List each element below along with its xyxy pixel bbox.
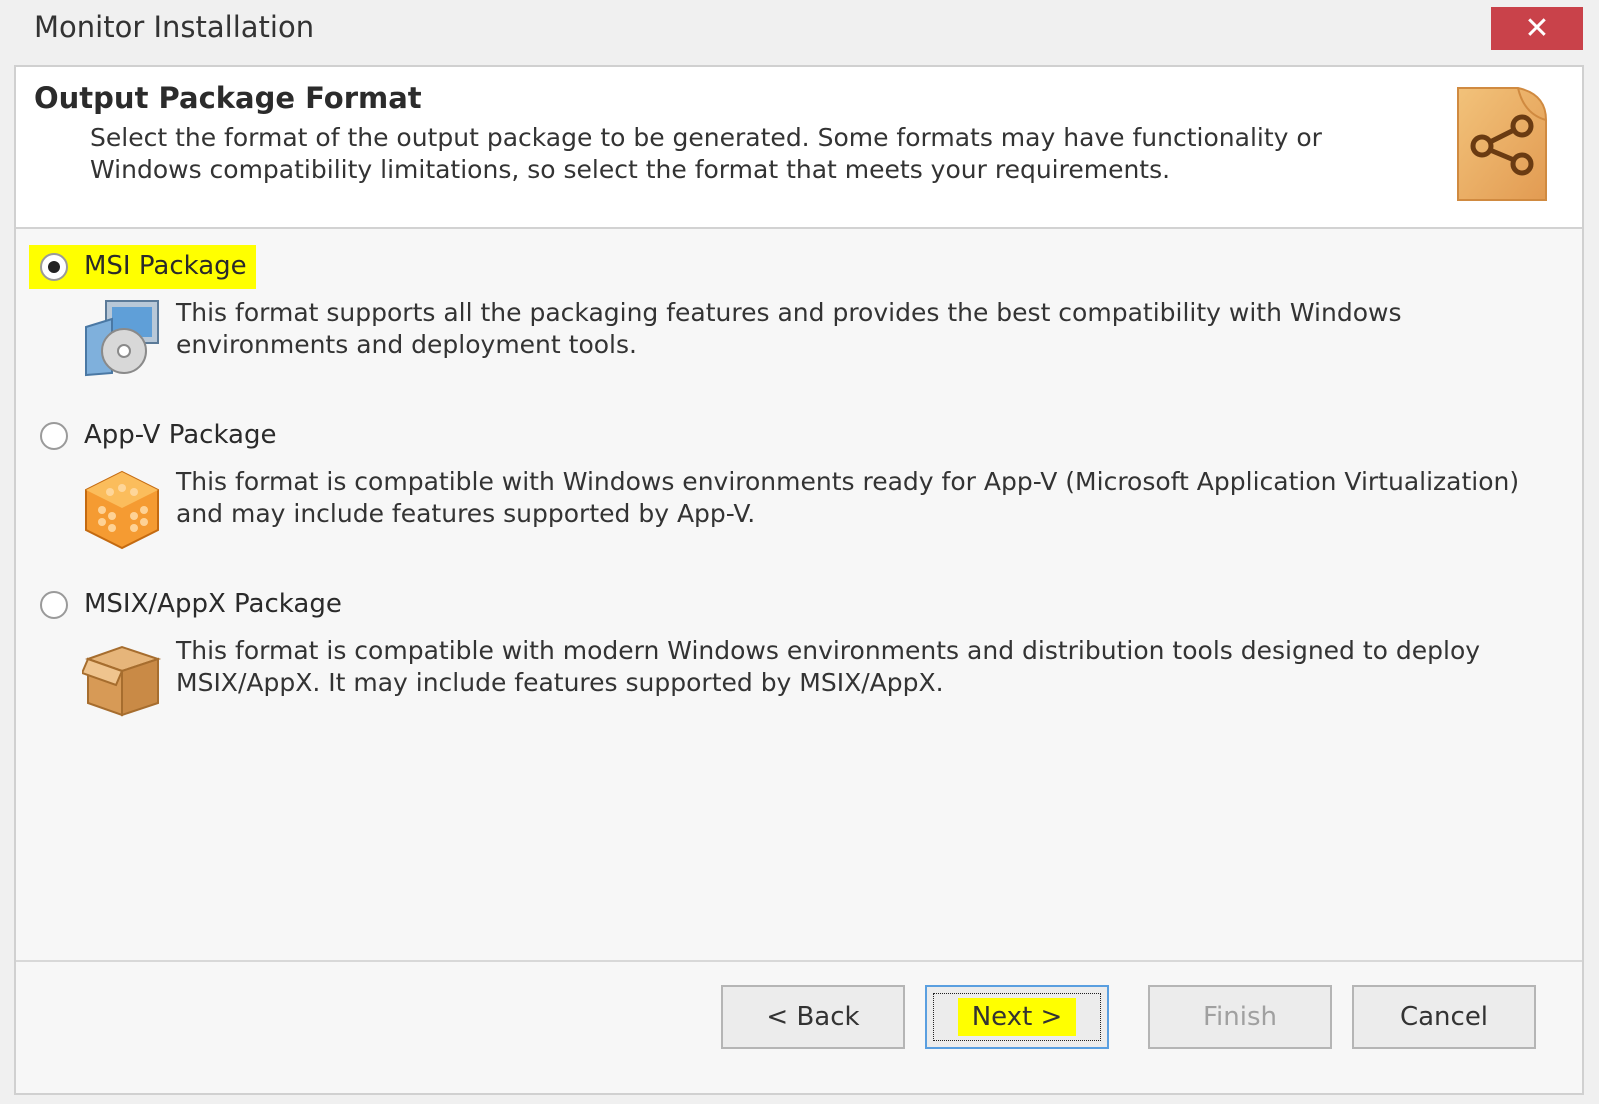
appv-label[interactable]: App-V Package (84, 420, 276, 450)
radio-selected-dot (48, 261, 60, 273)
msix-label[interactable]: MSIX/AppX Package (84, 589, 342, 619)
appv-description: This format is compatible with Windows e… (176, 467, 1520, 528)
msi-radio[interactable] (40, 253, 68, 281)
page-title: Output Package Format (34, 81, 422, 115)
title-bar: Monitor Installation ✕ (0, 0, 1599, 62)
finish-button[interactable]: Finish (1148, 985, 1332, 1049)
option-appv: App-V Package This format is compatible … (16, 412, 1582, 562)
msix-description: This format is compatible with modern Wi… (176, 636, 1481, 697)
wizard-header: Output Package Format Select the format … (16, 67, 1582, 229)
option-msi: MSI Package This format supports all the… (16, 243, 1582, 393)
option-msix: MSIX/AppX Package This format is compati… (16, 581, 1582, 731)
window-title: Monitor Installation (34, 10, 315, 44)
appv-radio[interactable] (40, 422, 68, 450)
footer-divider (16, 960, 1582, 962)
msi-description: This format supports all the packaging f… (176, 298, 1402, 359)
wizard-frame: Output Package Format Select the format … (14, 65, 1584, 1095)
next-button[interactable]: Next > (925, 985, 1109, 1049)
cancel-button[interactable]: Cancel (1352, 985, 1536, 1049)
msi-label[interactable]: MSI Package (84, 251, 247, 281)
appv-package-icon (85, 470, 159, 550)
msi-package-icon (85, 300, 159, 377)
next-label: Next > (957, 998, 1077, 1036)
msix-radio[interactable] (40, 591, 68, 619)
close-button[interactable]: ✕ (1491, 7, 1583, 50)
back-button[interactable]: < Back (721, 985, 905, 1049)
page-description: Select the format of the output package … (90, 123, 1322, 184)
next-focus-rect: Next > (933, 993, 1101, 1041)
share-icon (1457, 87, 1547, 201)
msix-box-icon (82, 645, 162, 717)
